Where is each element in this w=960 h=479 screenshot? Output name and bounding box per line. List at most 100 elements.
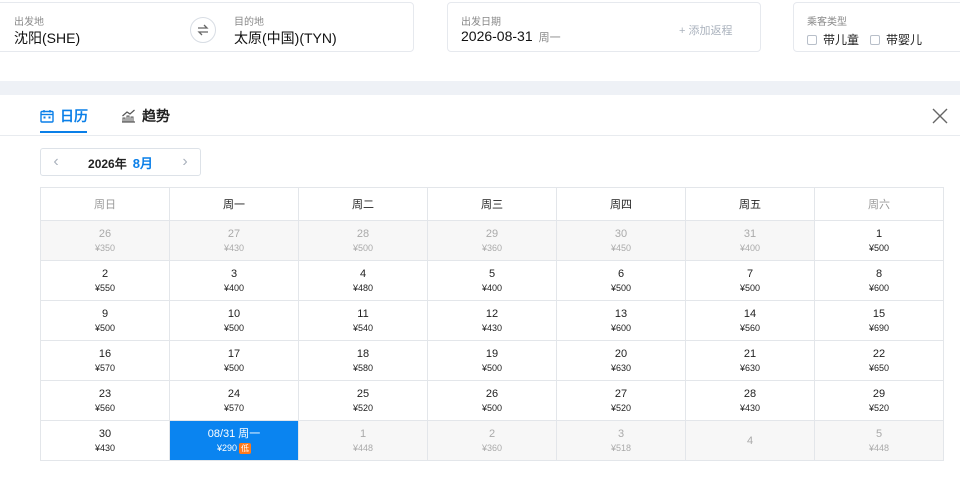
calendar-day[interactable]: 5 ¥448 [814,420,944,461]
calendar-day[interactable]: 27 ¥520 [556,380,686,421]
day-number: 30 [98,428,112,440]
price-value: ¥570 [94,363,116,373]
calendar-day[interactable]: 26 ¥350 [40,220,170,261]
day-number: 25 [356,388,370,400]
calendar-day[interactable]: 1 ¥500 [814,220,944,261]
price-value: ¥560 [739,323,761,333]
route-card: 出发地 沈阳(SHE) 目的地 太原(中国)(TYN) [0,2,414,52]
price-value: ¥500 [739,283,761,293]
day-number: 6 [617,268,625,280]
calendar-day[interactable]: 9 ¥500 [40,300,170,341]
month-navigator: ‹ 2026年 8月 › [40,148,201,176]
date-value: 2026-08-31 [461,28,533,44]
calendar-day[interactable]: 16 ¥570 [40,340,170,381]
month-label: 8月 [132,155,153,171]
day-number: 21 [743,348,757,360]
calendar-day[interactable]: 17 ¥500 [169,340,299,381]
swap-button[interactable] [190,17,216,43]
calendar-day[interactable]: 20 ¥630 [556,340,686,381]
day-price: ¥520 [299,402,427,414]
day-price: ¥350 [41,242,169,254]
tab-trend-label: 趋势 [142,108,170,124]
calendar-day[interactable]: 3 ¥518 [556,420,686,461]
day-number: 26 [485,388,499,400]
prev-month-button[interactable]: ‹ [41,149,71,175]
calendar-day-selected[interactable]: 08/31 周一 ¥290 低 [169,420,299,461]
calendar-day[interactable]: 24 ¥570 [169,380,299,421]
close-icon[interactable] [931,107,949,125]
calendar-day[interactable]: 28 ¥500 [298,220,428,261]
destination-field[interactable]: 太原(中国)(TYN) [234,28,337,48]
calendar-day[interactable]: 25 ¥520 [298,380,428,421]
calendar-week-row: 16 ¥570 17 ¥500 18 ¥580 19 ¥500 20 ¥630 21 ¥630 22 ¥6… [40,340,944,381]
day-price: ¥560 [686,322,814,334]
calendar-day[interactable]: 21 ¥630 [685,340,815,381]
day-price: ¥630 [557,362,685,374]
weekday-tue: 周二 [298,187,428,221]
year-label: 2026年 [88,156,127,171]
checkbox-icon [807,34,817,45]
calendar-day[interactable]: 7 ¥500 [685,260,815,301]
weekday-fri: 周五 [685,187,815,221]
calendar-day[interactable]: 31 ¥400 [685,220,815,261]
current-month: 2026年 8月 [71,153,170,172]
price-value: ¥450 [610,243,632,253]
calendar-day[interactable]: 1 ¥448 [298,420,428,461]
day-number: 19 [485,348,499,360]
price-value: ¥650 [868,363,890,373]
calendar-day[interactable]: 11 ¥540 [298,300,428,341]
tab-trend[interactable]: 趋势 [121,106,170,126]
calendar-day[interactable]: 19 ¥500 [427,340,557,381]
price-value: ¥520 [352,403,374,413]
weekday-sun: 周日 [40,187,170,221]
price-value: ¥500 [868,243,890,253]
tab-calendar[interactable]: 日历 [40,106,88,126]
calendar-day[interactable]: 4 [685,420,815,461]
day-number: 31 [743,228,757,240]
day-price: ¥500 [815,242,943,254]
price-value: ¥400 [739,243,761,253]
day-price: ¥360 [428,442,556,454]
calendar-day[interactable]: 2 ¥360 [427,420,557,461]
calendar-day[interactable]: 6 ¥500 [556,260,686,301]
day-price: ¥580 [299,362,427,374]
calendar-day[interactable]: 30 ¥430 [40,420,170,461]
calendar-day[interactable]: 27 ¥430 [169,220,299,261]
origin-field[interactable]: 沈阳(SHE) [14,28,80,48]
day-price: ¥448 [299,442,427,454]
child-checkbox[interactable]: 带儿童 [807,31,859,48]
day-price: ¥500 [41,322,169,334]
calendar-day[interactable]: 2 ¥550 [40,260,170,301]
calendar-day[interactable]: 5 ¥400 [427,260,557,301]
calendar-day[interactable]: 10 ¥500 [169,300,299,341]
calendar-day[interactable]: 28 ¥430 [685,380,815,421]
calendar-day[interactable]: 3 ¥400 [169,260,299,301]
calendar-day[interactable]: 26 ¥500 [427,380,557,421]
infant-label: 带婴儿 [886,33,923,47]
date-card[interactable]: 出发日期 2026-08-31 周一 + 添加返程 [447,2,761,52]
chevron-right-icon: › [182,153,188,170]
next-month-button[interactable]: › [170,149,200,175]
calendar-day[interactable]: 30 ¥450 [556,220,686,261]
calendar-day[interactable]: 15 ¥690 [814,300,944,341]
calendar-day[interactable]: 22 ¥650 [814,340,944,381]
calendar-day[interactable]: 29 ¥520 [814,380,944,421]
calendar-day[interactable]: 14 ¥560 [685,300,815,341]
add-return-button[interactable]: + 添加返程 [679,22,732,38]
price-value: ¥600 [610,323,632,333]
price-value: ¥500 [223,323,245,333]
calendar-week-row: 26 ¥350 27 ¥430 28 ¥500 29 ¥360 30 ¥450 31 ¥400 1 ¥50… [40,220,944,261]
calendar-day[interactable]: 18 ¥580 [298,340,428,381]
calendar-day[interactable]: 12 ¥430 [427,300,557,341]
calendar-day[interactable]: 29 ¥360 [427,220,557,261]
day-number: 18 [356,348,370,360]
infant-checkbox[interactable]: 带婴儿 [870,31,922,48]
date-field[interactable]: 2026-08-31 周一 [461,28,561,45]
day-number: 1 [359,428,367,440]
calendar-day[interactable]: 8 ¥600 [814,260,944,301]
day-price: ¥500 [170,322,298,334]
calendar-day[interactable]: 23 ¥560 [40,380,170,421]
calendar-day[interactable]: 13 ¥600 [556,300,686,341]
calendar-day[interactable]: 4 ¥480 [298,260,428,301]
day-number: 7 [746,268,754,280]
